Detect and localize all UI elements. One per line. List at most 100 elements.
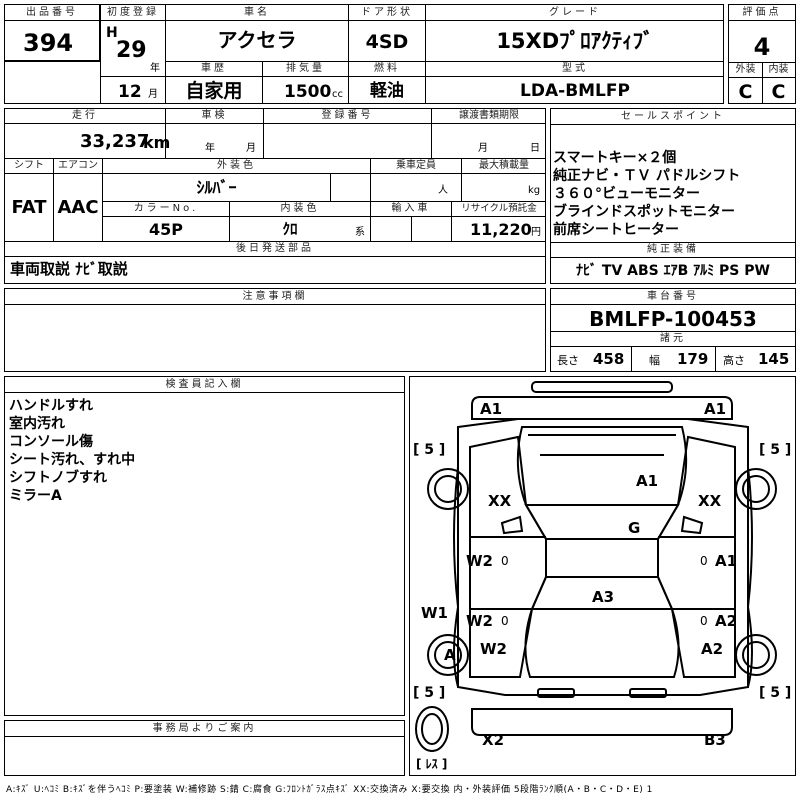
exterior-color: ｼﾙﾊﾞｰ <box>196 178 237 197</box>
shift-label: シフト <box>14 160 44 171</box>
door-zero-rr: 0 <box>700 614 708 628</box>
sales-point: スマートキー×２個 <box>553 150 677 166</box>
year-unit: 年 <box>150 63 160 74</box>
transfer-deadline-label: 譲渡書類期限 <box>459 110 519 121</box>
inspector-line: ハンドルすれ <box>9 398 93 414</box>
max-load-unit: kg <box>528 185 541 196</box>
width-label: 幅 <box>649 354 660 367</box>
legend: A:ｷｽﾞ U:ﾍｺﾐ B:ｷｽﾞを伴うﾍｺﾐ P:要塗装 W:補修跡 S:錆 … <box>6 785 653 795</box>
tire-tread-rear-left: [ 5 ] <box>413 685 446 701</box>
model-label: 型式 <box>562 63 588 74</box>
tire-tread-front-right: [ 5 ] <box>759 442 792 458</box>
fuel-label: 燃料 <box>374 63 400 74</box>
grade-label: グレード <box>426 5 724 21</box>
inspector-notes: ハンドルすれ 室内汚れ コンソール傷 シート汚れ、すれ中 シフトノブすれ ミラー… <box>9 397 135 505</box>
office-label: 事務局よりご案内 <box>5 721 404 737</box>
sales-points-label: セールスポイント <box>551 109 795 125</box>
sales-point: 前席シートヒーター <box>553 222 679 238</box>
mark-wheel-rear-left: A <box>444 646 456 664</box>
inspector-label: 検査員記入欄 <box>5 377 404 393</box>
mark-roof: G <box>628 519 641 537</box>
spec-label: 諸元 <box>660 333 686 344</box>
mark-quarter-right: A2 <box>701 640 724 658</box>
mark-rear-left: X2 <box>482 731 505 749</box>
recycle-unit: 円 <box>531 227 541 238</box>
door-type: 4SD <box>365 31 409 53</box>
inspection-label: 車検 <box>201 110 228 121</box>
aircon-label: エアコン <box>58 160 98 171</box>
registration-month: 12 <box>118 82 142 102</box>
interior-label: 内装 <box>768 64 789 75</box>
exterior-color-label: 外装色 <box>217 160 256 171</box>
mark-door-rear-right: A2 <box>715 612 738 630</box>
sales-point: 純正ナビ・ＴＶ パドルシフト <box>553 168 741 184</box>
chassis-box: 車台番号 BMLFP-100453 諸元 長さ 458 幅 179 高さ 145 <box>550 288 796 372</box>
door-zero-fr: 0 <box>700 554 708 568</box>
office-box: 事務局よりご案内 <box>4 720 405 776</box>
recycle-fee: 11,220 <box>470 220 532 239</box>
height: 145 <box>758 350 790 368</box>
inspector-line: 室内汚れ <box>9 416 65 432</box>
import-label: 輸入車 <box>391 203 431 214</box>
transfer-month-unit: 月 <box>478 143 488 154</box>
spare-tire: [ ﾚｽ ] <box>416 757 448 771</box>
inspector-line: コンソール傷 <box>9 434 93 450</box>
mark-quarter-left: W2 <box>480 640 507 658</box>
inspector-box: 検査員記入欄 ハンドルすれ 室内汚れ コンソール傷 シート汚れ、すれ中 シフトノ… <box>4 376 405 716</box>
door-label: ドア形状 <box>349 5 425 21</box>
mark-trunk: A3 <box>592 588 615 606</box>
notes-box: 注意事項欄 <box>4 288 546 372</box>
mark-door-front-left: W2 <box>466 552 493 570</box>
interior-color-unit: 系 <box>355 227 365 238</box>
exterior-grade: C <box>738 81 753 103</box>
width: 179 <box>677 350 709 368</box>
history-label: 車歴 <box>201 63 227 74</box>
car-diagram-box: A1 A1 A1 G A3 XX XX W2 W2 W2 W1 A A1 A2 … <box>409 376 796 776</box>
tire-tread-front-left: [ 5 ] <box>413 442 446 458</box>
color-no-label: カラーNo. <box>133 203 199 214</box>
capacity-label: 乗車定員 <box>396 160 436 171</box>
chassis-number: BMLFP-100453 <box>589 307 757 331</box>
length: 458 <box>593 350 625 368</box>
equipment-label: 純正装備 <box>647 244 699 255</box>
mark-fender-left: XX <box>488 492 512 510</box>
score-label: 評価点 <box>729 5 795 21</box>
mileage: 33,237 <box>80 131 150 152</box>
door-zero-rl: 0 <box>501 614 509 628</box>
car-diagram <box>415 381 777 752</box>
later-parts: 車両取説 ﾅﾋﾞ取説 <box>10 260 128 278</box>
mark-rear-right: B3 <box>704 731 726 749</box>
mileage-unit: km <box>143 133 171 152</box>
grade: 15XDﾌﾟﾛｱｸﾃｨﾌﾞ <box>496 29 654 53</box>
notes-label: 注意事項欄 <box>5 289 545 305</box>
max-load-label: 最大積載量 <box>479 160 529 171</box>
aircon: AAC <box>57 197 99 218</box>
mileage-label: 走行 <box>72 110 98 121</box>
displacement-label: 排気量 <box>286 63 325 74</box>
lot-number: 394 <box>23 29 74 57</box>
recycle-label: リサイクル預託金 <box>461 203 537 215</box>
mark-fender-right: XX <box>698 492 722 510</box>
color-no: 45P <box>149 220 183 239</box>
registration-number-label: 登録番号 <box>321 110 374 121</box>
interior-grade: C <box>771 81 786 103</box>
inspector-line: シフトノブすれ <box>9 470 107 486</box>
shift: FAT <box>11 197 47 218</box>
later-parts-label: 後日発送部品 <box>236 243 314 254</box>
mark-hood: A1 <box>636 472 659 490</box>
door-zero-fl: 0 <box>501 554 509 568</box>
tire-tread-rear-right: [ 5 ] <box>759 685 792 701</box>
first-registration-label: 初度登録 <box>101 5 165 21</box>
mark-front-left: A1 <box>480 400 503 418</box>
month-unit: 月 <box>148 89 158 100</box>
score: 4 <box>753 33 771 61</box>
interior-color-label: 内装色 <box>280 203 320 214</box>
model: LDA-BMLFP <box>520 81 630 101</box>
inspection-month-unit: 月 <box>246 143 256 154</box>
height-label: 高さ <box>723 354 745 367</box>
sales-points-list: スマートキー×２個 純正ナビ・ＴＶ パドルシフト ３６０°ビューモニター ブライ… <box>553 149 740 239</box>
car-name-label: 車名 <box>166 5 348 21</box>
score-box: 評価点 4 外装 内装 C C <box>728 4 796 104</box>
lot-number-cell: 出品番号 394 <box>4 4 100 61</box>
history: 自家用 <box>185 80 243 102</box>
